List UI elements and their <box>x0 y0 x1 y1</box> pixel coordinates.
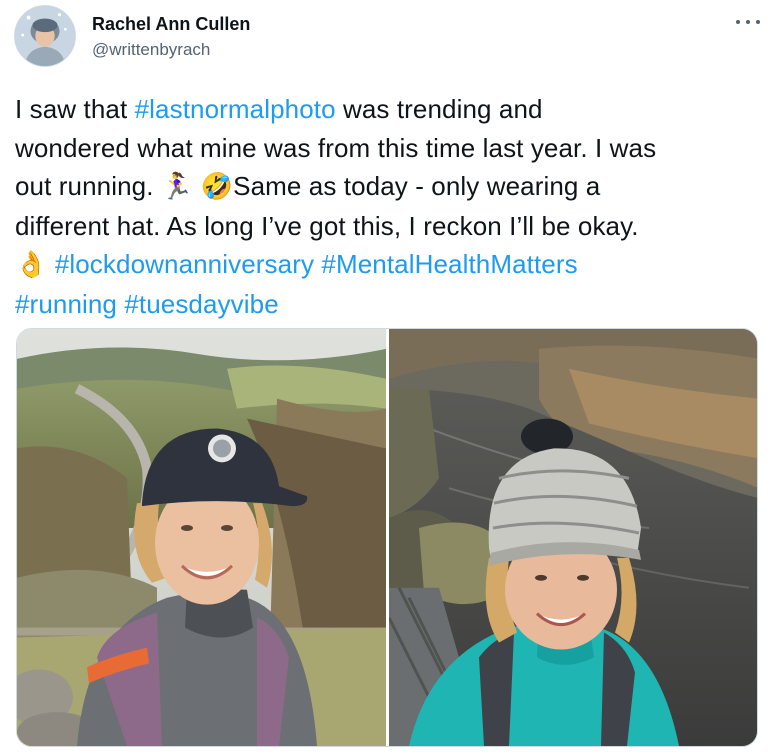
right-photo-image <box>389 329 757 746</box>
text-fragment: I saw that <box>15 94 135 124</box>
dot-icon <box>746 20 750 24</box>
author-avatar[interactable] <box>14 5 76 67</box>
dot-icon <box>756 20 760 24</box>
left-photo-image <box>17 329 386 746</box>
tweet-line: different hat. As long I’ve got this, I … <box>15 210 639 241</box>
text-fragment: out running. <box>15 171 161 201</box>
hashtag-link[interactable]: #MentalHealthMatters <box>321 249 577 279</box>
tweet-line: I saw that #lastnormalphoto was trending… <box>15 90 765 129</box>
more-options-icon[interactable] <box>736 14 760 30</box>
hashtag-link[interactable]: #lockdownanniversary <box>55 249 314 279</box>
tweet-line: wondered what mine was from this time la… <box>15 132 657 163</box>
tweet-text: I saw that #lastnormalphoto was trending… <box>15 90 765 323</box>
text-fragment: was trending and <box>335 94 543 124</box>
hashtag-link[interactable]: #running <box>15 289 117 319</box>
text-fragment: Same as today - only wearing a <box>233 171 601 201</box>
tweet-line: 👌 #lockdownanniversary #MentalHealthMatt… <box>15 245 765 285</box>
left-photo[interactable] <box>17 329 386 746</box>
hashtag-link[interactable]: #tuesdayvibe <box>124 289 278 319</box>
woman-running-emoji: 🏃‍♀️ <box>160 172 194 202</box>
author-handle[interactable]: @writtenbyrach <box>92 40 210 60</box>
author-name[interactable]: Rachel Ann Cullen <box>92 14 250 35</box>
tweet-line: #running #tuesdayvibe <box>15 285 765 324</box>
hashtag-link[interactable]: #lastnormalphoto <box>135 94 336 124</box>
rolling-laughing-emoji: 🤣 <box>200 172 234 202</box>
ok-hand-emoji: 👌 <box>15 250 48 280</box>
tweet: Rachel Ann Cullen @writtenbyrach I saw t… <box>0 0 780 755</box>
tweet-line: out running. 🏃‍♀️ 🤣Same as today - only … <box>15 167 765 207</box>
right-photo[interactable] <box>389 329 757 746</box>
tweet-media <box>16 328 758 747</box>
avatar-image <box>15 6 75 66</box>
dot-icon <box>736 20 740 24</box>
